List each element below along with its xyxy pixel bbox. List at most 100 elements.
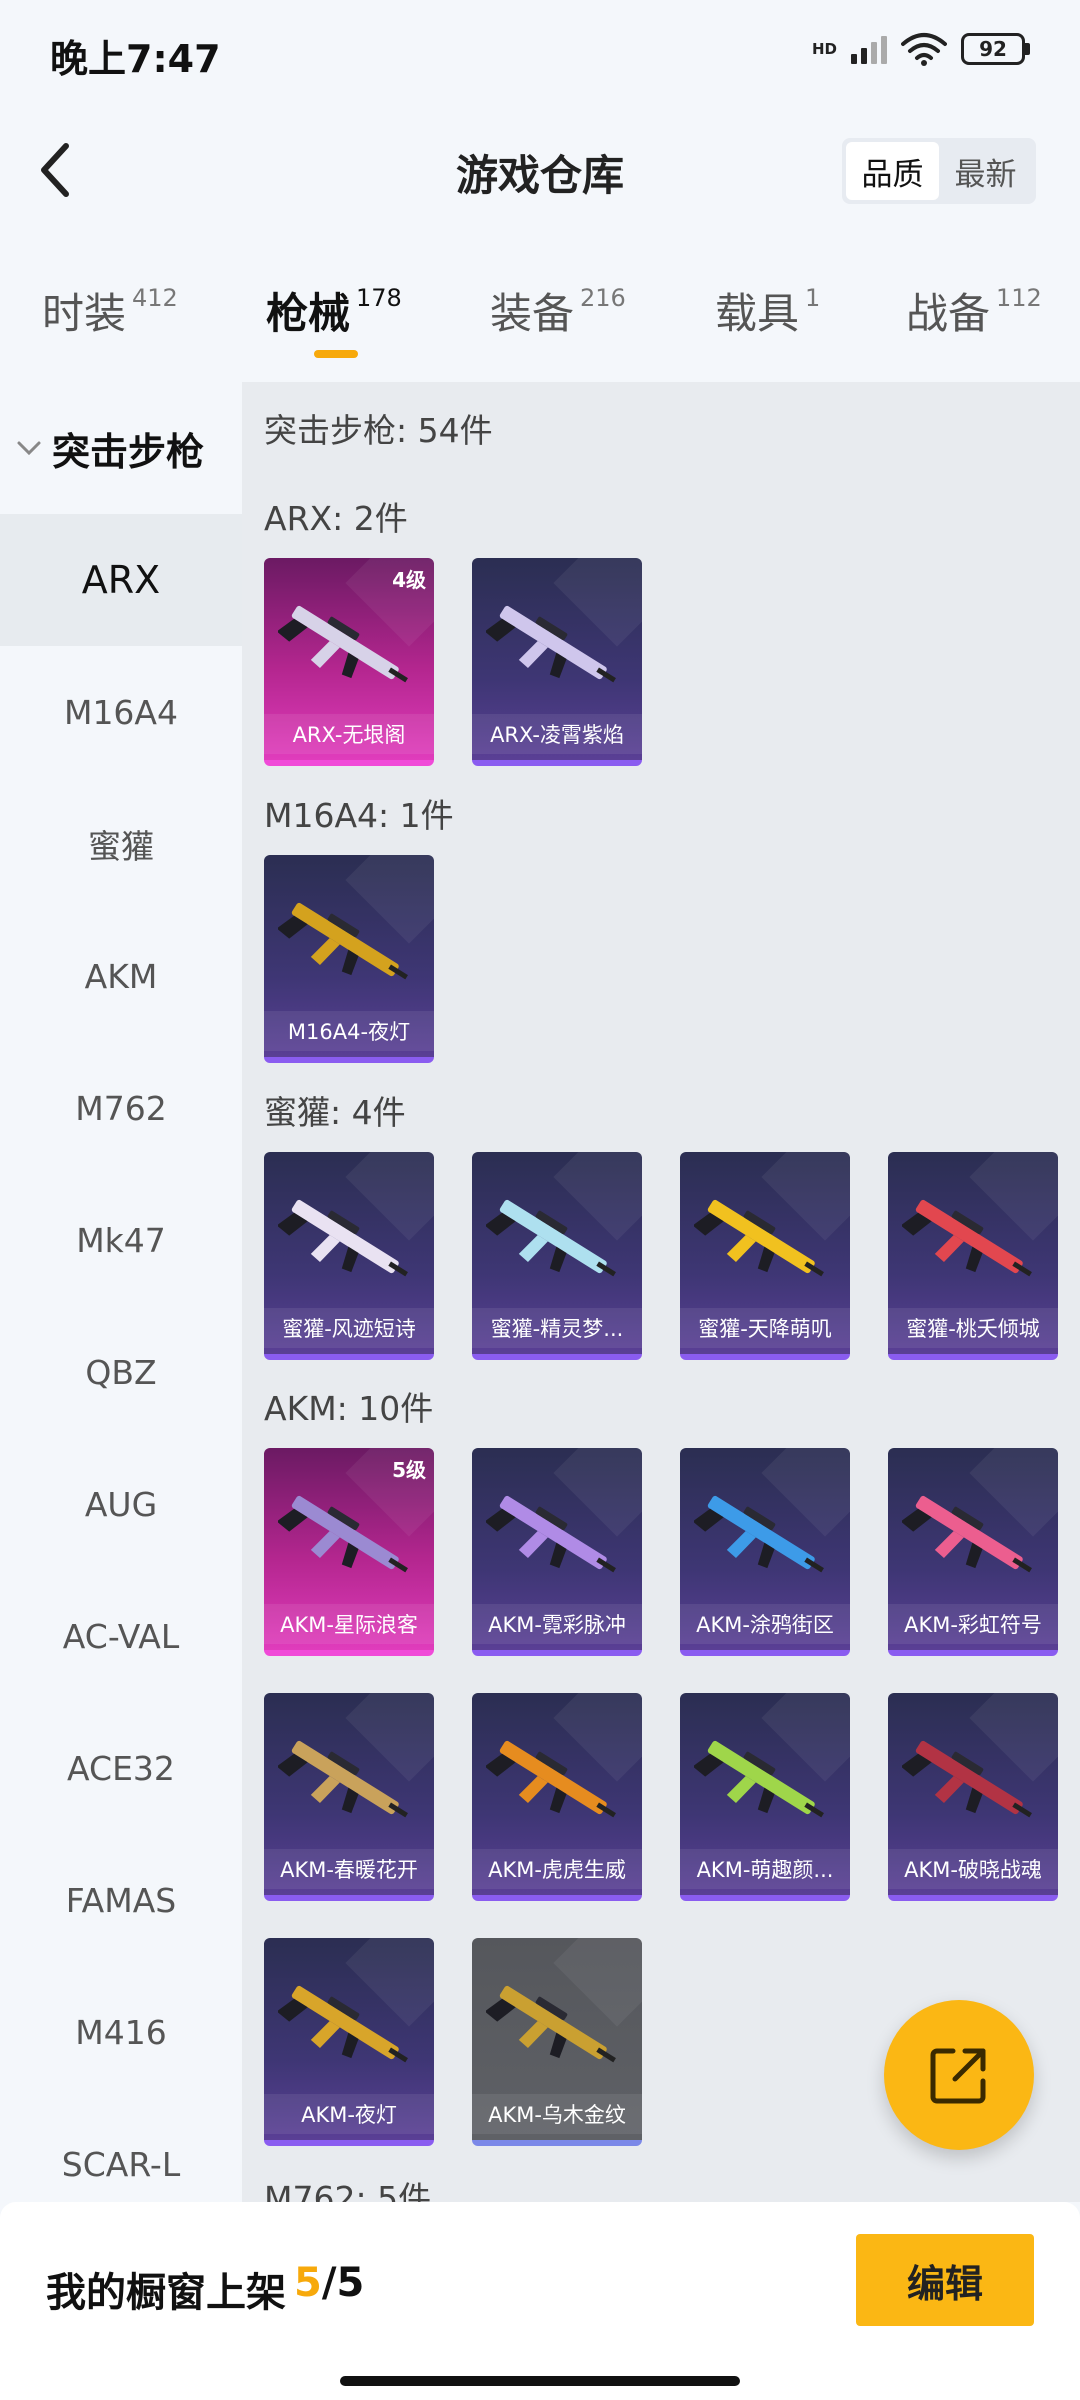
section-title-arx: ARX: 2件 (264, 499, 408, 538)
sidebar-group-assault-rifle[interactable]: 突击步枪 (0, 382, 242, 514)
weapon-card[interactable]: 蜜獾-精灵梦... (472, 1152, 642, 1360)
tab-count: 216 (580, 284, 626, 312)
hd-indicator: HD (811, 40, 837, 58)
weapon-name: ARX-无垠阁 (264, 714, 434, 754)
weapon-card[interactable]: 蜜獾-桃夭倾城 (888, 1152, 1058, 1360)
weapon-image (694, 1495, 824, 1573)
status-bar: 晚上7:47 HD 92 (0, 0, 1080, 110)
sidebar-item-m762[interactable]: M762 (0, 1042, 242, 1174)
summary-title: 突击步枪: 54件 (264, 411, 493, 450)
tab-label: 装备 (490, 289, 575, 338)
sidebar-item-m16a4[interactable]: M16A4 (0, 646, 242, 778)
weapon-name: AKM-乌木金纹 (472, 2094, 642, 2134)
weapon-card[interactable]: 5级 AKM-星际浪客 (264, 1448, 434, 1656)
showcase-status: 我的橱窗上架 5 /5 (46, 2260, 364, 2318)
tab-label: 战备 (906, 289, 991, 338)
section-title-honey-badger: 蜜獾: 4件 (264, 1093, 406, 1132)
chevron-down-icon (17, 441, 41, 456)
weapon-card[interactable]: AKM-萌趣颜... (680, 1693, 850, 1901)
sidebar-item-arx[interactable]: ARX (0, 514, 242, 646)
tab-equipment[interactable]: 装备 216 (490, 280, 626, 341)
share-icon (930, 2048, 986, 2104)
weapon-card[interactable]: AKM-虎虎生威 (472, 1693, 642, 1901)
sort-newest-option[interactable]: 最新 (939, 142, 1032, 200)
weapon-name: AKM-彩虹符号 (888, 1604, 1058, 1644)
sidebar-group-label: 突击步枪 (52, 429, 205, 474)
weapon-card[interactable]: AKM-夜灯 (264, 1938, 434, 2146)
weapon-name: ARX-凌霄紫焰 (472, 714, 642, 754)
weapon-image (278, 1740, 408, 1818)
tab-count: 1 (805, 284, 821, 312)
battery-level: 92 (961, 33, 1025, 65)
sidebar-item-ace32[interactable]: ACE32 (0, 1702, 242, 1834)
weapon-image (694, 1199, 824, 1277)
weapon-image (278, 1495, 408, 1573)
weapon-image (278, 1199, 408, 1277)
weapon-card[interactable]: 蜜獾-风迹短诗 (264, 1152, 434, 1360)
showcase-label: 我的橱窗上架 (46, 2270, 286, 2316)
status-icons: HD 92 (812, 32, 1030, 66)
weapon-image (902, 1199, 1032, 1277)
weapon-name: AKM-涂鸦街区 (680, 1604, 850, 1644)
weapon-card[interactable]: AKM-春暖花开 (264, 1693, 434, 1901)
sort-quality-option[interactable]: 品质 (846, 142, 939, 200)
showcase-total-count: /5 (321, 2260, 365, 2306)
share-button[interactable] (884, 2000, 1034, 2150)
weapon-list[interactable]: 突击步枪: 54件 ARX: 2件 4级 ARX-无垠阁 ARX-凌霄紫焰 M16… (242, 382, 1080, 2202)
weapon-image (486, 1985, 616, 2063)
weapon-image (486, 605, 616, 683)
tab-fashion[interactable]: 时装 412 (42, 280, 178, 341)
sidebar-item-m416[interactable]: M416 (0, 1966, 242, 2098)
sort-toggle: 品质 最新 (842, 138, 1036, 204)
weapon-card[interactable]: 4级 ARX-无垠阁 (264, 558, 434, 766)
weapon-card[interactable]: ARX-凌霄紫焰 (472, 558, 642, 766)
weapon-image (902, 1740, 1032, 1818)
tab-vehicles[interactable]: 载具 1 (715, 280, 820, 341)
weapon-image (902, 1495, 1032, 1573)
weapon-name: 蜜獾-精灵梦... (472, 1308, 642, 1348)
weapon-image (486, 1495, 616, 1573)
weapon-name: 蜜獾-桃夭倾城 (888, 1308, 1058, 1348)
sidebar-item-ac-val[interactable]: AC-VAL (0, 1570, 242, 1702)
weapon-card[interactable]: 蜜獾-天降萌叽 (680, 1152, 850, 1360)
weapon-name: AKM-破晓战魂 (888, 1849, 1058, 1889)
edit-button[interactable]: 编辑 (856, 2234, 1034, 2326)
sidebar-item-honey-badger[interactable]: 蜜獾 (0, 778, 242, 910)
signal-icon (851, 34, 887, 64)
home-indicator[interactable] (340, 2376, 740, 2386)
tab-label: 载具 (715, 289, 800, 338)
weapon-image (278, 605, 408, 683)
weapon-card[interactable]: AKM-彩虹符号 (888, 1448, 1058, 1656)
tab-count: 112 (996, 284, 1042, 312)
sidebar-item-famas[interactable]: FAMAS (0, 1834, 242, 1966)
weapon-image (278, 1985, 408, 2063)
weapon-card[interactable]: AKM-破晓战魂 (888, 1693, 1058, 1901)
category-tabs: 时装 412 枪械 178 装备 216 载具 1 战备 112 (0, 268, 1080, 368)
weapon-card[interactable]: AKM-乌木金纹 (472, 1938, 642, 2146)
weapon-image (278, 902, 408, 980)
section-title-m16a4: M16A4: 1件 (264, 796, 454, 835)
weapon-name: AKM-霓彩脉冲 (472, 1604, 642, 1644)
active-tab-indicator (314, 350, 358, 358)
sidebar-item-aug[interactable]: AUG (0, 1438, 242, 1570)
tab-label: 时装 (42, 289, 127, 338)
sidebar-item-mk47[interactable]: Mk47 (0, 1174, 242, 1306)
weapon-name: AKM-虎虎生威 (472, 1849, 642, 1889)
weapon-card[interactable]: AKM-霓彩脉冲 (472, 1448, 642, 1656)
weapon-name: AKM-星际浪客 (264, 1604, 434, 1644)
showcase-bar: 我的橱窗上架 5 /5 编辑 (0, 2202, 1080, 2400)
weapon-image (694, 1740, 824, 1818)
weapon-name: 蜜獾-天降萌叽 (680, 1308, 850, 1348)
tab-supplies[interactable]: 战备 112 (906, 280, 1042, 341)
weapon-card[interactable]: M16A4-夜灯 (264, 855, 434, 1063)
status-time: 晚上7:47 (50, 37, 221, 81)
sidebar-item-akm[interactable]: AKM (0, 910, 242, 1042)
battery-icon: 92 (961, 33, 1030, 65)
sidebar-item-qbz[interactable]: QBZ (0, 1306, 242, 1438)
tab-count: 178 (356, 284, 402, 312)
weapon-name: AKM-春暖花开 (264, 1849, 434, 1889)
tab-guns[interactable]: 枪械 178 (266, 280, 402, 341)
header: 游戏仓库 品质 最新 (0, 120, 1080, 220)
weapon-card[interactable]: AKM-涂鸦街区 (680, 1448, 850, 1656)
showcase-current-count: 5 (294, 2260, 322, 2306)
